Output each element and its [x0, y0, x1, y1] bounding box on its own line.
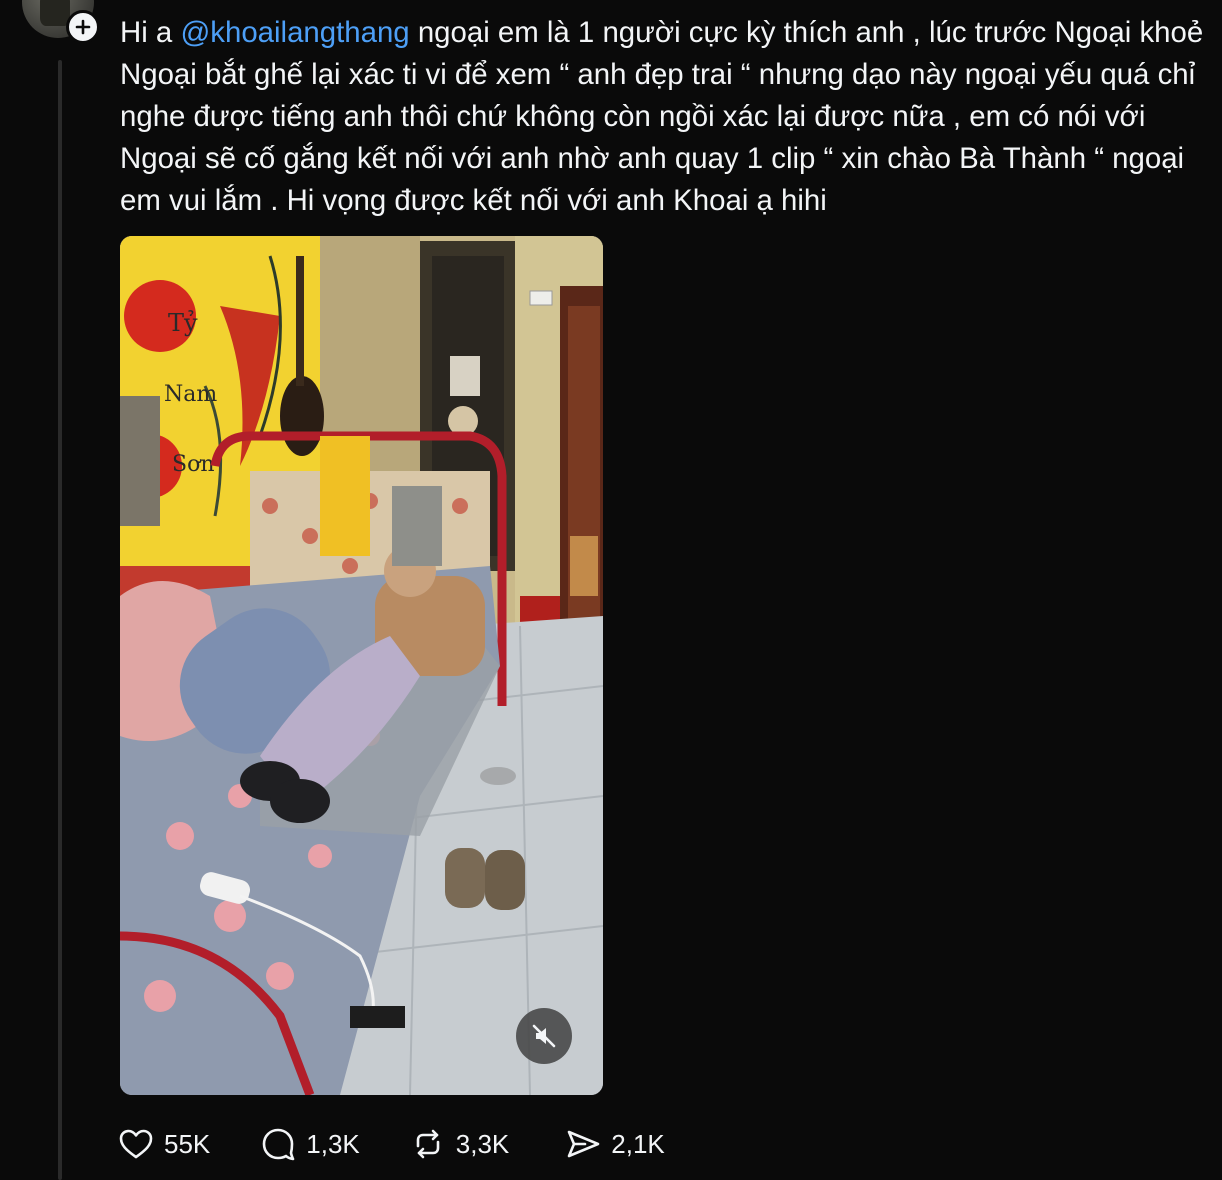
repost-button[interactable]: 3,3K — [410, 1126, 510, 1162]
post-caption: Hi a @khoailangthang ngoại em là 1 người… — [120, 12, 1210, 222]
send-icon — [567, 1130, 600, 1158]
mute-button[interactable] — [516, 1008, 572, 1064]
like-count: 55K — [164, 1128, 211, 1159]
like-button[interactable]: 55K — [118, 1126, 210, 1162]
mention-link[interactable]: @khoailangthang — [180, 16, 409, 49]
repost-count: 3,3K — [455, 1128, 510, 1159]
comment-icon — [262, 1128, 295, 1161]
plus-icon — [75, 19, 91, 35]
thread-post: Hi a @khoailangthang ngoại em là 1 người… — [0, 0, 1222, 1180]
speaker-muted-icon — [532, 1024, 556, 1048]
repost-icon — [416, 1129, 440, 1159]
heart-icon — [119, 1129, 153, 1159]
wall-text-2: Nam — [164, 382, 217, 407]
wall-text-3: Sơn — [172, 452, 215, 477]
follow-button[interactable] — [66, 10, 100, 44]
thread-line — [58, 60, 62, 1180]
reply-button[interactable]: 1,3K — [260, 1126, 360, 1162]
share-count: 2,1K — [611, 1128, 665, 1159]
video-frame: Tỷ Nam Sơn — [120, 236, 603, 1095]
share-button[interactable]: 2,1K — [565, 1126, 665, 1162]
caption-prefix: Hi a — [120, 16, 181, 49]
wall-text-1: Tỷ — [168, 309, 198, 337]
reply-count: 1,3K — [306, 1128, 360, 1159]
video-player[interactable]: Tỷ Nam Sơn — [120, 236, 603, 1095]
action-bar: 55K 1,3K 3,3K 2,1K — [118, 1122, 665, 1166]
